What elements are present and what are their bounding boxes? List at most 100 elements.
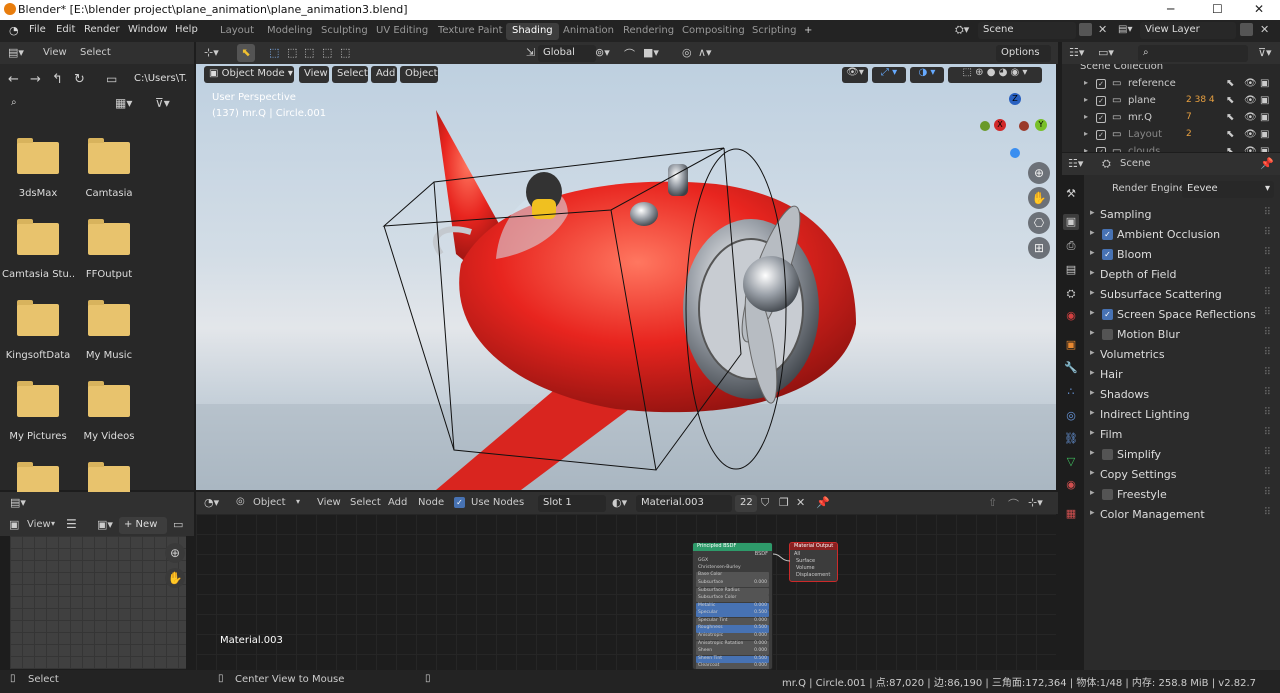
- menu-file[interactable]: File: [29, 24, 46, 35]
- drag-handle-icon[interactable]: ⠿: [1264, 487, 1271, 498]
- expand-arrow-icon[interactable]: ▸: [1090, 508, 1095, 518]
- output-tab-icon[interactable]: ⎙: [1063, 238, 1079, 254]
- snap-mode-icon[interactable]: ⊹▾: [1028, 496, 1043, 509]
- editor-type-icon[interactable]: ◔▾: [204, 496, 219, 509]
- display-mode-icon[interactable]: ▦▾: [115, 96, 132, 110]
- section-label[interactable]: Copy Settings: [1100, 468, 1177, 481]
- expand-arrow-icon[interactable]: ▸: [1084, 112, 1088, 121]
- open-image-icon[interactable]: ▭: [173, 518, 183, 531]
- editor-type-icon[interactable]: ▤▾: [8, 46, 24, 59]
- expand-arrow-icon[interactable]: ▸: [1090, 488, 1095, 498]
- eye-icon[interactable]: 👁: [1244, 112, 1257, 123]
- render-tab-icon[interactable]: ▣: [1063, 214, 1079, 230]
- new-image-button[interactable]: + New: [119, 517, 167, 534]
- shader-type-dropdown[interactable]: Object: [253, 497, 286, 508]
- node-editor-canvas[interactable]: Material.003 Principled BSDF BSDF GGX Chr…: [196, 514, 1056, 670]
- section-label[interactable]: Simplify: [1117, 448, 1161, 461]
- folder-icon[interactable]: [88, 300, 130, 336]
- parent-dir-icon[interactable]: ↰: [52, 72, 63, 87]
- refresh-icon[interactable]: ↻: [74, 72, 85, 87]
- browse-image-icon[interactable]: ▣▾: [97, 518, 113, 531]
- tool-tab-icon[interactable]: ⚒: [1063, 186, 1079, 202]
- remove-view-layer-icon[interactable]: ✕: [1260, 23, 1269, 36]
- eye-icon[interactable]: 👁: [1244, 95, 1257, 106]
- material-tab-icon[interactable]: ◉: [1063, 477, 1079, 493]
- physics-tab-icon[interactable]: ◎: [1063, 408, 1079, 424]
- pin-icon[interactable]: 📌: [1260, 157, 1274, 170]
- eye-icon[interactable]: 👁: [1244, 129, 1257, 140]
- orientation-dropdown[interactable]: Global: [538, 45, 596, 62]
- slot-dropdown[interactable]: Slot 1: [538, 495, 606, 512]
- material-users-count[interactable]: 22: [735, 495, 757, 512]
- falloff-icon[interactable]: ∧▾: [698, 46, 712, 59]
- overlay-toggle-icon[interactable]: ◑ ▾: [910, 67, 944, 83]
- select-mode-intersect-icon[interactable]: ⬚: [340, 46, 350, 59]
- outliner-item-label[interactable]: mr.Q: [1128, 112, 1152, 123]
- eye-icon[interactable]: 👁: [1244, 78, 1257, 89]
- fb-select-menu[interactable]: Select: [80, 47, 111, 58]
- display-mode-icon[interactable]: ▭▾: [1098, 46, 1114, 59]
- options-dropdown[interactable]: Options: [996, 45, 1051, 62]
- snap-icon[interactable]: ⌒: [1008, 496, 1019, 512]
- pivot-icon[interactable]: ⊚▾: [595, 46, 610, 59]
- section-toggle-checkbox[interactable]: ✓: [1102, 309, 1113, 320]
- minimize-button[interactable]: ─: [1167, 2, 1174, 16]
- outliner-item-label[interactable]: Layout: [1128, 129, 1162, 140]
- tab-uv-editing[interactable]: UV Editing: [370, 23, 434, 40]
- select-cursor-icon[interactable]: ⬉: [237, 44, 255, 62]
- panel-shadows[interactable]: ▸ Shadows ⠿: [1088, 386, 1273, 404]
- expand-arrow-icon[interactable]: ▸: [1090, 288, 1095, 298]
- panel-indirect-lighting[interactable]: ▸ Indirect Lighting ⠿: [1088, 406, 1273, 424]
- expand-arrow-icon[interactable]: ▸: [1084, 95, 1088, 104]
- pin-icon[interactable]: 📌: [816, 496, 830, 509]
- ortho-toggle-icon[interactable]: ⊞: [1028, 237, 1050, 259]
- editor-type-icon[interactable]: ☷▾: [1069, 46, 1084, 59]
- folder-label-my-music[interactable]: My Music: [73, 350, 145, 361]
- exclude-checkbox[interactable]: ✓: [1096, 79, 1106, 89]
- select-mode-invert-icon[interactable]: ⬚: [322, 46, 332, 59]
- outliner-item[interactable]: ▸ ✓ ▭ reference ⬉ 👁 ▣: [1062, 76, 1280, 93]
- outliner-search-field[interactable]: ⌕: [1138, 45, 1248, 62]
- camera-view-icon[interactable]: ⎔: [1028, 212, 1050, 234]
- scene-icon[interactable]: ⛭▾: [955, 23, 969, 37]
- camera-icon[interactable]: ▣: [1260, 112, 1269, 123]
- select-arrow-icon[interactable]: ⬉: [1226, 129, 1234, 140]
- view-layer-tab-icon[interactable]: ▤: [1063, 262, 1079, 278]
- add-workspace-button[interactable]: +: [798, 23, 818, 40]
- drag-handle-icon[interactable]: ⠿: [1264, 507, 1271, 518]
- section-toggle-checkbox[interactable]: ✓: [1102, 229, 1113, 240]
- data-tab-icon[interactable]: ▽: [1063, 454, 1079, 470]
- drag-handle-icon[interactable]: ⠿: [1264, 287, 1271, 298]
- particles-tab-icon[interactable]: ∴: [1063, 384, 1079, 400]
- folder-icon[interactable]: [17, 381, 59, 417]
- drag-handle-icon[interactable]: ⠿: [1264, 327, 1271, 338]
- expand-arrow-icon[interactable]: ▸: [1090, 348, 1095, 358]
- use-nodes-checkbox[interactable]: ✓: [454, 497, 465, 508]
- tab-texture-paint[interactable]: Texture Paint: [432, 23, 509, 40]
- maximize-button[interactable]: ☐: [1212, 2, 1223, 16]
- exclude-checkbox[interactable]: ✓: [1096, 147, 1106, 152]
- camera-icon[interactable]: ▣: [1260, 146, 1269, 152]
- axis-x[interactable]: X: [994, 119, 1006, 131]
- menu-edit[interactable]: Edit: [56, 24, 75, 35]
- pan-hand-icon[interactable]: ✋: [165, 568, 185, 588]
- parent-node-tree-icon[interactable]: ⇧: [988, 496, 997, 509]
- section-label[interactable]: Sampling: [1100, 208, 1152, 221]
- expand-arrow-icon[interactable]: ▸: [1090, 368, 1095, 378]
- tab-scripting[interactable]: Scripting: [746, 23, 802, 40]
- section-label[interactable]: Indirect Lighting: [1100, 408, 1190, 421]
- editor-type-icon[interactable]: ▤▾: [10, 496, 26, 509]
- expand-arrow-icon[interactable]: ▸: [1090, 228, 1095, 238]
- transform-tool-icon[interactable]: ⊹▾: [204, 46, 219, 59]
- select-arrow-icon[interactable]: ⬉: [1226, 146, 1234, 152]
- new-scene-icon[interactable]: [1079, 23, 1092, 36]
- expand-arrow-icon[interactable]: ▸: [1090, 388, 1095, 398]
- ne-view-menu[interactable]: View: [317, 497, 341, 508]
- drag-handle-icon[interactable]: ⠿: [1264, 467, 1271, 478]
- ne-add-menu[interactable]: Add: [388, 497, 407, 508]
- drag-handle-icon[interactable]: ⠿: [1264, 427, 1271, 438]
- section-label[interactable]: Color Management: [1100, 508, 1205, 521]
- panel-ambient-occlusion[interactable]: ▸ ✓ Ambient Occlusion ⠿: [1088, 226, 1273, 244]
- panel-freestyle[interactable]: ▸ Freestyle ⠿: [1088, 486, 1273, 504]
- new-folder-icon[interactable]: ▭: [106, 72, 117, 86]
